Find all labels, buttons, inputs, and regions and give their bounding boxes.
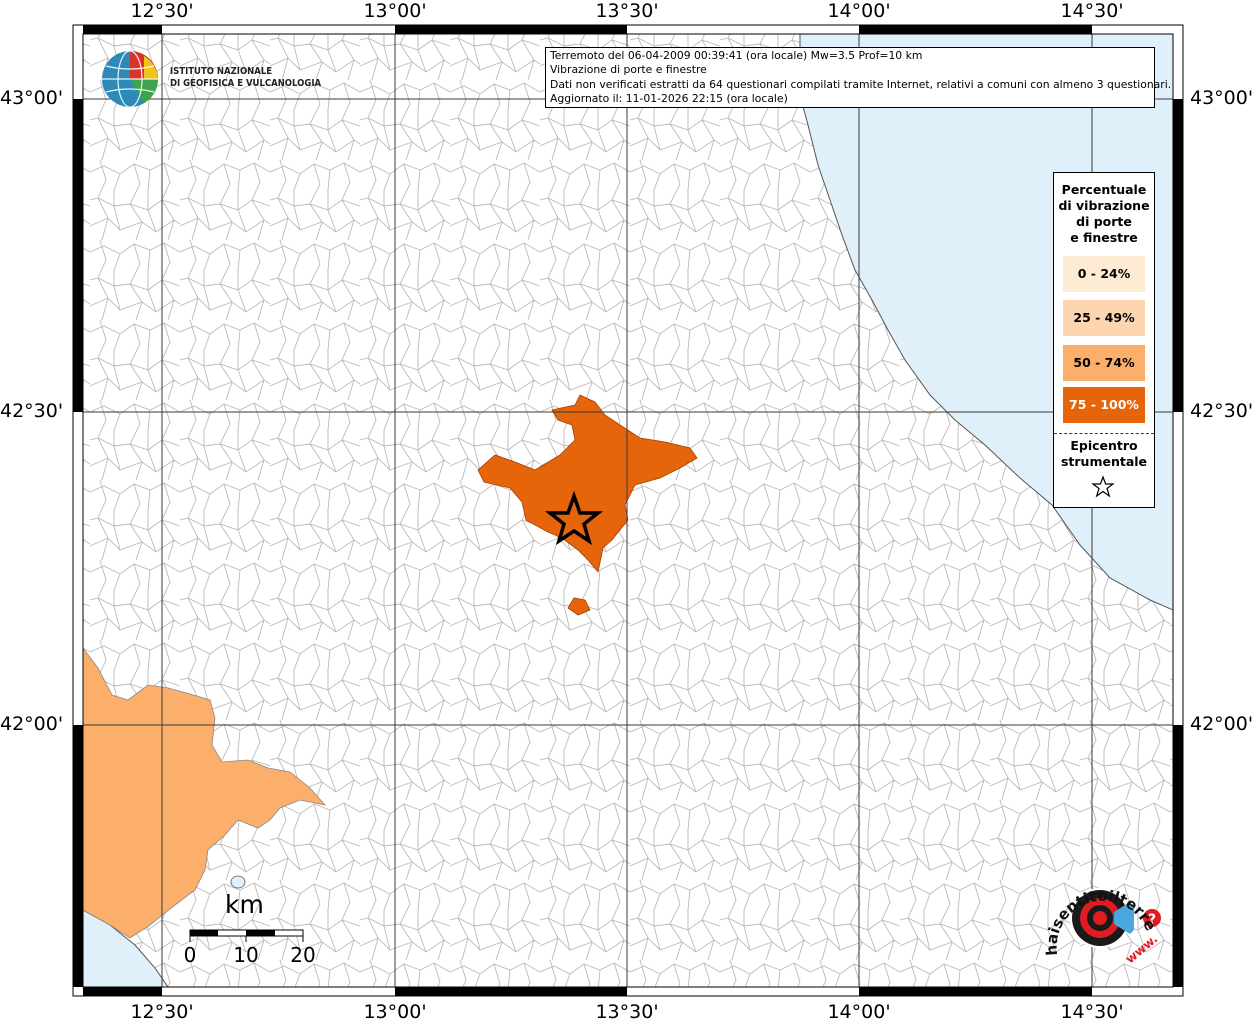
logo-line-2: DI GEOFISICA E VULCANOLOGIA (170, 78, 322, 89)
data-note-line: Dati non verificati estratti da 64 quest… (550, 77, 1172, 91)
legend: Percentuale di vibrazione di porte e fin… (1053, 172, 1155, 508)
lon-tick-top-4: 14°00' (827, 0, 891, 22)
lon-tick-bottom-4: 14°00' (827, 1001, 891, 1023)
scalebar-label-0: 0 (183, 943, 197, 967)
lon-tick-bottom-3: 13°30' (595, 1001, 659, 1023)
ingv-logo: ISTITUTO NAZIONALE DI GEOFISICA E VULCAN… (100, 48, 321, 110)
globe-icon (102, 50, 158, 108)
scalebar-label-20: 20 (290, 943, 316, 967)
legend-class-3: 50 - 74% (1063, 345, 1145, 381)
lat-tick-left-1: 43°00' (0, 87, 64, 109)
lake-albano (230, 875, 246, 889)
lon-tick-top-5: 14°30' (1060, 0, 1124, 22)
event-line: Terremoto del 06-04-2009 00:39:41 (ora l… (550, 49, 923, 62)
badge-www: www. (1123, 932, 1160, 967)
lon-tick-top-1: 12°30' (130, 0, 194, 22)
lon-tick-bottom-5: 14°30' (1060, 1001, 1124, 1023)
parameter-line: Vibrazione di porte e finestre (550, 63, 707, 77)
lat-tick-left-3: 42°00' (0, 713, 64, 735)
haisentito-badge: ? haisentitoilterremoto.it www. (1030, 860, 1161, 967)
legend-class-1: 0 - 24% (1063, 256, 1145, 292)
legend-epicenter-label: Epicentro strumentale (1054, 438, 1154, 470)
lon-tick-top-2: 13°00' (363, 0, 427, 22)
lon-tick-bottom-1: 12°30' (130, 1001, 194, 1023)
lat-tick-right-1: 43°00' (1190, 87, 1254, 109)
legend-epicenter-line-2: strumentale (1060, 454, 1148, 469)
star-icon (1091, 475, 1115, 498)
updated-line: Aggiornato il: 11-01-2026 22:15 (ora loc… (550, 92, 788, 106)
logo-text: ISTITUTO NAZIONALE DI GEOFISICA E VULCAN… (170, 66, 321, 90)
map-area (83, 34, 1173, 987)
logo-line-1: ISTITUTO NAZIONALE (170, 66, 273, 77)
lon-tick-top-3: 13°30' (595, 0, 659, 22)
scalebar-label-10: 10 (233, 943, 259, 967)
event-info-box: Terremoto del 06-04-2009 00:39:41 (ora l… (545, 47, 1172, 108)
lat-tick-right-2: 42°30' (1190, 400, 1254, 422)
legend-title-line-1: Percentuale (1061, 182, 1147, 197)
legend-title-line-4: e finestre (1070, 230, 1138, 245)
legend-title-line-2: di vibrazione (1058, 198, 1150, 213)
lat-tick-right-3: 42°00' (1190, 713, 1254, 735)
scalebar-unit: km (225, 890, 264, 919)
legend-class-4: 75 - 100% (1063, 387, 1145, 423)
lat-tick-left-2: 42°30' (0, 400, 64, 422)
legend-title: Percentuale di vibrazione di porte e fin… (1054, 182, 1154, 246)
lon-tick-bottom-2: 13°00' (363, 1001, 427, 1023)
legend-title-line-3: di porte (1076, 214, 1132, 229)
legend-separator (1054, 433, 1154, 434)
legend-epicenter-line-1: Epicentro (1070, 438, 1138, 453)
legend-class-2: 25 - 49% (1063, 300, 1145, 336)
